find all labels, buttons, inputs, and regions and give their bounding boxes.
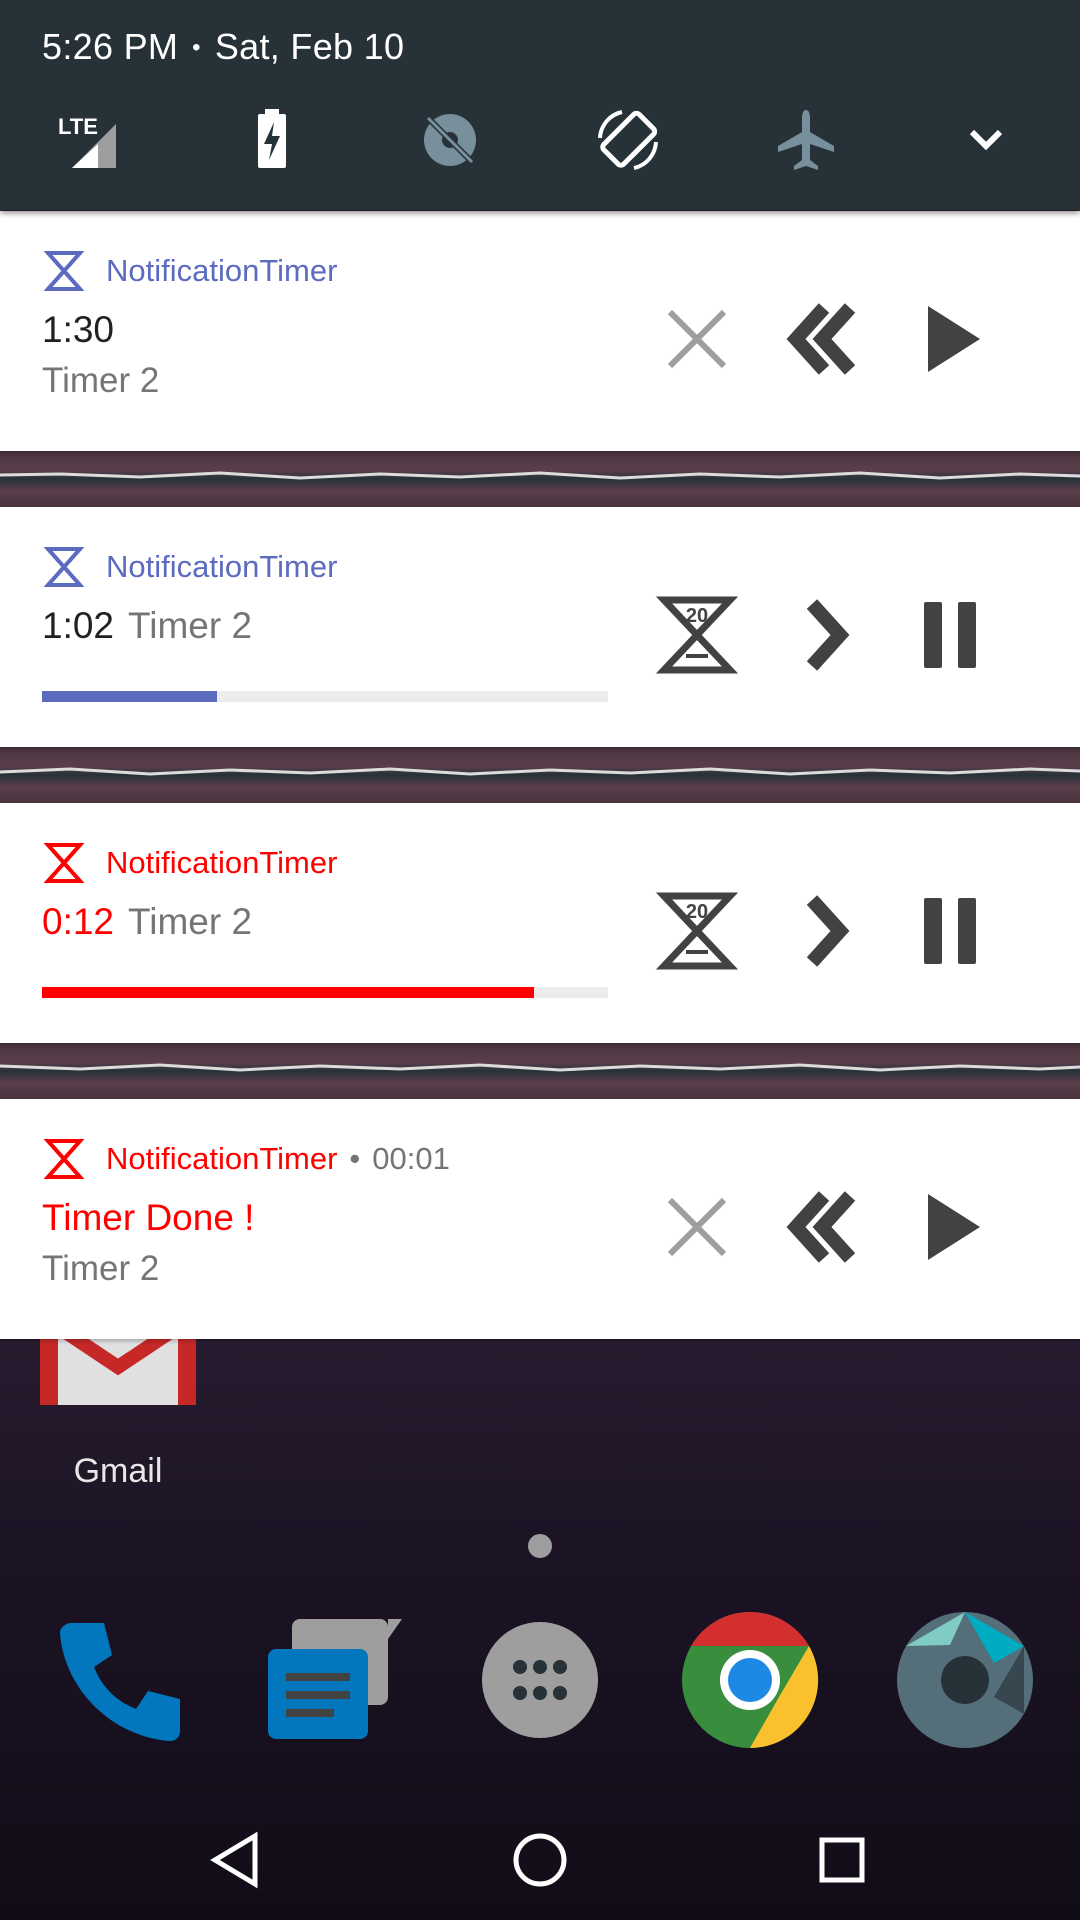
timer-line: 1:02 Timer 2 bbox=[42, 605, 252, 647]
airplane-mode-icon[interactable] bbox=[766, 100, 846, 180]
recents-icon bbox=[819, 1837, 865, 1883]
timer-name: Timer 2 bbox=[128, 605, 253, 646]
gmail-label: Gmail bbox=[73, 1452, 163, 1490]
date: Sat, Feb 10 bbox=[214, 26, 405, 67]
timer-progress-fill bbox=[42, 987, 535, 998]
quick-settings-row: LTE bbox=[0, 100, 1080, 180]
timer-name: Timer 2 bbox=[42, 1249, 160, 1288]
navigation-bar bbox=[0, 1800, 1080, 1920]
home-icon bbox=[513, 1833, 567, 1887]
timer-progress-bar bbox=[42, 691, 608, 702]
play-button[interactable] bbox=[894, 1177, 1004, 1277]
close-button[interactable] bbox=[642, 289, 752, 389]
next-icon bbox=[806, 895, 850, 967]
notification-header: NotificationTimer bbox=[42, 249, 337, 293]
svg-text:LTE: LTE bbox=[58, 114, 98, 139]
add-20-seconds-button[interactable]: 20 bbox=[642, 585, 752, 685]
location-off-icon[interactable] bbox=[410, 100, 490, 180]
clock: 5:26 PM bbox=[42, 26, 179, 67]
auto-rotate-icon[interactable] bbox=[588, 100, 668, 180]
next-button[interactable] bbox=[768, 585, 878, 685]
app-name: NotificationTimer bbox=[106, 845, 338, 880]
notification-timer-done[interactable]: NotificationTimer • 00:01 Timer Done ! T… bbox=[0, 1099, 1080, 1339]
app-name: NotificationTimer bbox=[106, 253, 338, 288]
pause-icon bbox=[924, 898, 976, 964]
lte-signal-icon[interactable]: LTE bbox=[50, 100, 130, 180]
play-button[interactable] bbox=[894, 289, 1004, 389]
rewind-button[interactable] bbox=[768, 289, 878, 389]
svg-text:20: 20 bbox=[686, 901, 708, 923]
close-icon bbox=[667, 1197, 727, 1257]
hourglass-icon bbox=[43, 1139, 85, 1179]
timer-progress-bar bbox=[42, 987, 608, 998]
rewind-button[interactable] bbox=[768, 1177, 878, 1277]
wallpaper-strip bbox=[0, 1043, 1080, 1099]
wallpaper-strip bbox=[0, 451, 1080, 507]
page-indicator bbox=[528, 1534, 552, 1558]
timer-name: Timer 2 bbox=[128, 901, 253, 942]
time-separator: • bbox=[349, 1141, 361, 1176]
app-name: NotificationTimer bbox=[106, 1141, 338, 1176]
header-separator: • bbox=[192, 34, 201, 61]
back-icon bbox=[210, 1831, 258, 1889]
timer-value: 0:12 bbox=[42, 901, 115, 942]
pause-button[interactable] bbox=[894, 881, 1004, 981]
dock bbox=[0, 1605, 1080, 1755]
next-icon bbox=[806, 599, 850, 671]
recents-button[interactable] bbox=[797, 1820, 887, 1900]
back-button[interactable] bbox=[190, 1820, 280, 1900]
notification-timer-stopped[interactable]: NotificationTimer 1:30 Timer 2 bbox=[0, 211, 1080, 451]
svg-text:20: 20 bbox=[686, 605, 708, 627]
status-header: 5:26 PM • Sat, Feb 10 bbox=[42, 26, 404, 68]
close-button[interactable] bbox=[642, 1177, 752, 1277]
hourglass-20-icon: 20 bbox=[655, 596, 739, 674]
play-icon bbox=[928, 306, 980, 372]
camera-app-icon[interactable] bbox=[890, 1605, 1040, 1755]
rewind-icon bbox=[786, 303, 856, 375]
battery-charging-icon[interactable] bbox=[232, 100, 312, 180]
chrome-app-icon[interactable] bbox=[675, 1605, 825, 1755]
notification-timer-running[interactable]: NotificationTimer 1:02 Timer 2 20 bbox=[0, 507, 1080, 747]
notification-header: NotificationTimer bbox=[42, 841, 337, 885]
pause-icon bbox=[924, 602, 976, 668]
play-icon bbox=[928, 1194, 980, 1260]
notification-header: NotificationTimer bbox=[42, 545, 337, 589]
wallpaper-strip bbox=[0, 747, 1080, 803]
hourglass-icon bbox=[43, 547, 85, 587]
messages-app-icon[interactable] bbox=[252, 1605, 402, 1755]
notification-header: NotificationTimer • 00:01 bbox=[42, 1137, 450, 1181]
pause-button[interactable] bbox=[894, 585, 1004, 685]
hourglass-icon bbox=[43, 843, 85, 883]
timer-value: 1:30 bbox=[42, 309, 115, 350]
hourglass-icon bbox=[43, 251, 85, 291]
timer-progress-fill bbox=[42, 691, 218, 702]
timer-done-title: Timer Done ! bbox=[42, 1197, 255, 1238]
app-name: NotificationTimer bbox=[106, 549, 338, 584]
rewind-icon bbox=[786, 1191, 856, 1263]
home-button[interactable] bbox=[495, 1820, 585, 1900]
notification-time: 00:01 bbox=[372, 1141, 450, 1176]
app-drawer-button[interactable] bbox=[465, 1605, 615, 1755]
timer-value: 1:02 bbox=[42, 605, 115, 646]
timer-name: Timer 2 bbox=[42, 361, 160, 400]
add-20-seconds-button[interactable]: 20 bbox=[642, 881, 752, 981]
phone-app-icon[interactable] bbox=[42, 1605, 192, 1755]
notification-timer-ending[interactable]: NotificationTimer 0:12 Timer 2 20 bbox=[0, 803, 1080, 1043]
timer-line: 0:12 Timer 2 bbox=[42, 901, 252, 943]
close-icon bbox=[667, 309, 727, 369]
next-button[interactable] bbox=[768, 881, 878, 981]
hourglass-20-icon: 20 bbox=[655, 892, 739, 970]
quick-settings-panel: 5:26 PM • Sat, Feb 10 LTE bbox=[0, 0, 1080, 210]
chevron-down-icon[interactable] bbox=[946, 100, 1026, 180]
